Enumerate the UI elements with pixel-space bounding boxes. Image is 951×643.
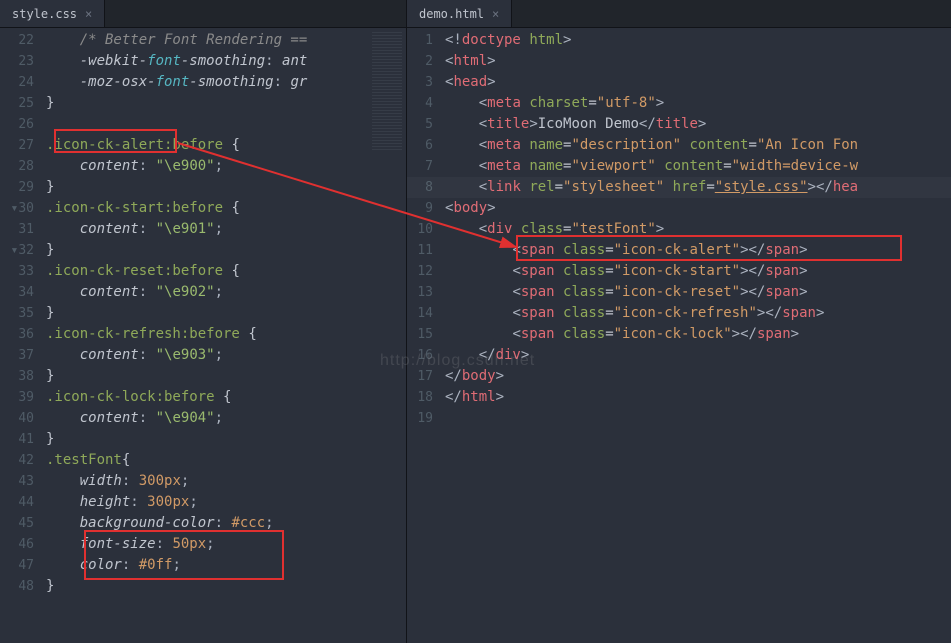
left-code[interactable]: /* Better Font Rendering == -webkit-font… (42, 28, 368, 643)
left-code-area[interactable]: 22 23 24 25 26 27 28 29 ▾30 31 ▾32 33 34… (0, 28, 406, 643)
left-tab-bar: style.css × (0, 0, 406, 28)
tab-label: style.css (12, 7, 77, 21)
right-code[interactable]: <!doctype html> <html> <head> <meta char… (441, 28, 951, 643)
left-gutter: 22 23 24 25 26 27 28 29 ▾30 31 ▾32 33 34… (0, 28, 42, 643)
tab-label: demo.html (419, 7, 484, 21)
minimap[interactable] (368, 28, 406, 643)
tab-demo-html[interactable]: demo.html × (407, 0, 512, 27)
right-pane: demo.html × 1 2 3 4 5 6 7 8 9 10 11 12 1… (407, 0, 951, 643)
right-tab-bar: demo.html × (407, 0, 951, 28)
right-gutter: 1 2 3 4 5 6 7 8 9 10 11 12 13 14 15 16 1… (407, 28, 441, 643)
right-code-area[interactable]: 1 2 3 4 5 6 7 8 9 10 11 12 13 14 15 16 1… (407, 28, 951, 643)
editor-split-view: style.css × 22 23 24 25 26 27 28 29 ▾30 … (0, 0, 951, 643)
close-icon[interactable]: × (492, 7, 499, 21)
close-icon[interactable]: × (85, 7, 92, 21)
tab-style-css[interactable]: style.css × (0, 0, 105, 27)
left-pane: style.css × 22 23 24 25 26 27 28 29 ▾30 … (0, 0, 407, 643)
